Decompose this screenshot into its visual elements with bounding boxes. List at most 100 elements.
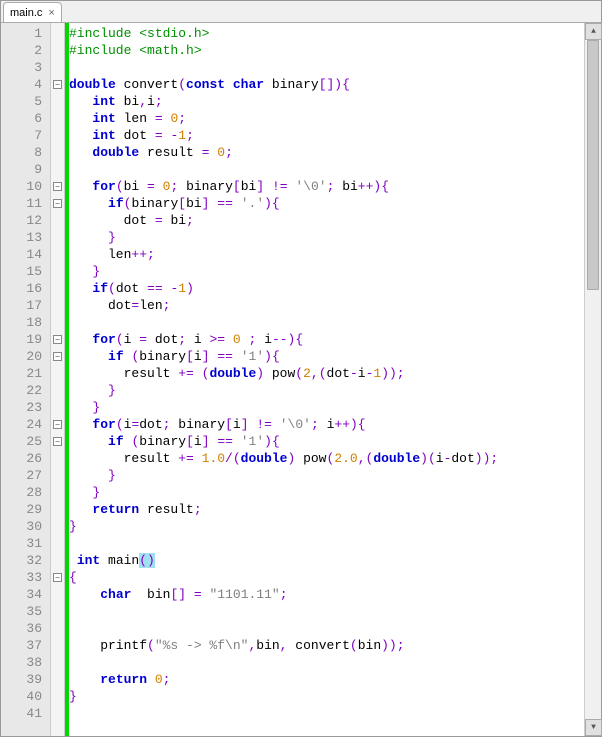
scroll-down-button[interactable]: ▼ [585, 719, 602, 736]
line-number: 13 [1, 229, 42, 246]
fold-cell [51, 637, 64, 654]
code-line[interactable] [69, 314, 601, 331]
code-line[interactable]: int bi,i; [69, 93, 601, 110]
fold-cell [51, 399, 64, 416]
fold-cell [51, 467, 64, 484]
fold-cell [51, 586, 64, 603]
line-number: 25 [1, 433, 42, 450]
line-number: 19 [1, 331, 42, 348]
code-line[interactable]: } [69, 518, 601, 535]
line-number: 11 [1, 195, 42, 212]
code-line[interactable]: } [69, 263, 601, 280]
code-line[interactable]: if (binary[i] == '1'){ [69, 433, 601, 450]
code-line[interactable] [69, 654, 601, 671]
line-number: 24 [1, 416, 42, 433]
code-line[interactable] [69, 59, 601, 76]
code-line[interactable]: for(i = dot; i >= 0 ; i--){ [69, 331, 601, 348]
line-number: 31 [1, 535, 42, 552]
code-area[interactable]: #include <stdio.h>#include <math.h> doubl… [69, 23, 601, 736]
scroll-up-button[interactable]: ▲ [585, 23, 602, 40]
line-number: 40 [1, 688, 42, 705]
fold-cell[interactable]: − [51, 331, 64, 348]
fold-toggle-icon[interactable]: − [53, 573, 62, 582]
code-line[interactable]: } [69, 399, 601, 416]
tab-main-c[interactable]: main.c × [3, 2, 62, 22]
code-line[interactable]: dot = bi; [69, 212, 601, 229]
fold-cell [51, 705, 64, 722]
line-number: 41 [1, 705, 42, 722]
fold-cell [51, 42, 64, 59]
code-line[interactable]: int dot = -1; [69, 127, 601, 144]
fold-cell [51, 25, 64, 42]
vertical-scrollbar[interactable]: ▲ ▼ [584, 23, 601, 736]
code-line[interactable]: #include <math.h> [69, 42, 601, 59]
fold-toggle-icon[interactable]: − [53, 80, 62, 89]
tab-bar: main.c × [1, 1, 601, 23]
fold-toggle-icon[interactable]: − [53, 420, 62, 429]
fold-cell[interactable]: − [51, 76, 64, 93]
line-number: 8 [1, 144, 42, 161]
fold-cell[interactable]: − [51, 178, 64, 195]
fold-toggle-icon[interactable]: − [53, 437, 62, 446]
code-line[interactable] [69, 535, 601, 552]
code-line[interactable]: int main() [69, 552, 601, 569]
code-line[interactable]: if (binary[i] == '1'){ [69, 348, 601, 365]
fold-cell [51, 365, 64, 382]
line-number: 27 [1, 467, 42, 484]
code-line[interactable] [69, 705, 601, 722]
fold-toggle-icon[interactable]: − [53, 182, 62, 191]
code-line[interactable]: } [69, 484, 601, 501]
fold-cell [51, 654, 64, 671]
code-line[interactable]: len++; [69, 246, 601, 263]
code-line[interactable]: result += 1.0/(double) pow(2.0,(double)(… [69, 450, 601, 467]
line-number: 9 [1, 161, 42, 178]
line-number: 6 [1, 110, 42, 127]
line-number: 10 [1, 178, 42, 195]
code-line[interactable]: #include <stdio.h> [69, 25, 601, 42]
fold-toggle-icon[interactable]: − [53, 352, 62, 361]
code-line[interactable]: dot=len; [69, 297, 601, 314]
fold-cell[interactable]: − [51, 195, 64, 212]
fold-cell[interactable]: − [51, 416, 64, 433]
code-line[interactable]: for(bi = 0; binary[bi] != '\0'; bi++){ [69, 178, 601, 195]
code-line[interactable]: } [69, 229, 601, 246]
code-line[interactable]: } [69, 382, 601, 399]
line-number: 15 [1, 263, 42, 280]
fold-column: − − − − − − − − [51, 23, 65, 736]
fold-cell [51, 382, 64, 399]
code-line[interactable]: result += (double) pow(2,(dot-i-1)); [69, 365, 601, 382]
fold-cell[interactable]: − [51, 569, 64, 586]
code-line[interactable]: double result = 0; [69, 144, 601, 161]
code-line[interactable]: int len = 0; [69, 110, 601, 127]
fold-cell[interactable]: − [51, 433, 64, 450]
scroll-thumb[interactable] [587, 40, 599, 290]
code-line[interactable]: return result; [69, 501, 601, 518]
chevron-up-icon: ▲ [591, 27, 596, 36]
fold-cell [51, 127, 64, 144]
fold-cell[interactable]: − [51, 348, 64, 365]
code-line[interactable] [69, 620, 601, 637]
line-number: 5 [1, 93, 42, 110]
code-line[interactable]: } [69, 467, 601, 484]
code-line[interactable]: for(i=dot; binary[i] != '\0'; i++){ [69, 416, 601, 433]
code-line[interactable]: if(binary[bi] == '.'){ [69, 195, 601, 212]
code-line[interactable] [69, 603, 601, 620]
line-number: 23 [1, 399, 42, 416]
line-number: 17 [1, 297, 42, 314]
code-line[interactable]: { [69, 569, 601, 586]
code-line[interactable]: printf("%s -> %f\n",bin, convert(bin)); [69, 637, 601, 654]
code-line[interactable]: char bin[] = "1101.11"; [69, 586, 601, 603]
code-line[interactable]: return 0; [69, 671, 601, 688]
code-line[interactable]: double convert(const char binary[]){ [69, 76, 601, 93]
code-line[interactable]: if(dot == -1) [69, 280, 601, 297]
chevron-down-icon: ▼ [591, 723, 596, 732]
code-line[interactable]: } [69, 688, 601, 705]
fold-toggle-icon[interactable]: − [53, 199, 62, 208]
fold-toggle-icon[interactable]: − [53, 335, 62, 344]
fold-cell [51, 314, 64, 331]
line-number: 21 [1, 365, 42, 382]
close-icon[interactable]: × [48, 7, 54, 19]
fold-cell [51, 246, 64, 263]
code-line[interactable] [69, 161, 601, 178]
fold-cell [51, 620, 64, 637]
